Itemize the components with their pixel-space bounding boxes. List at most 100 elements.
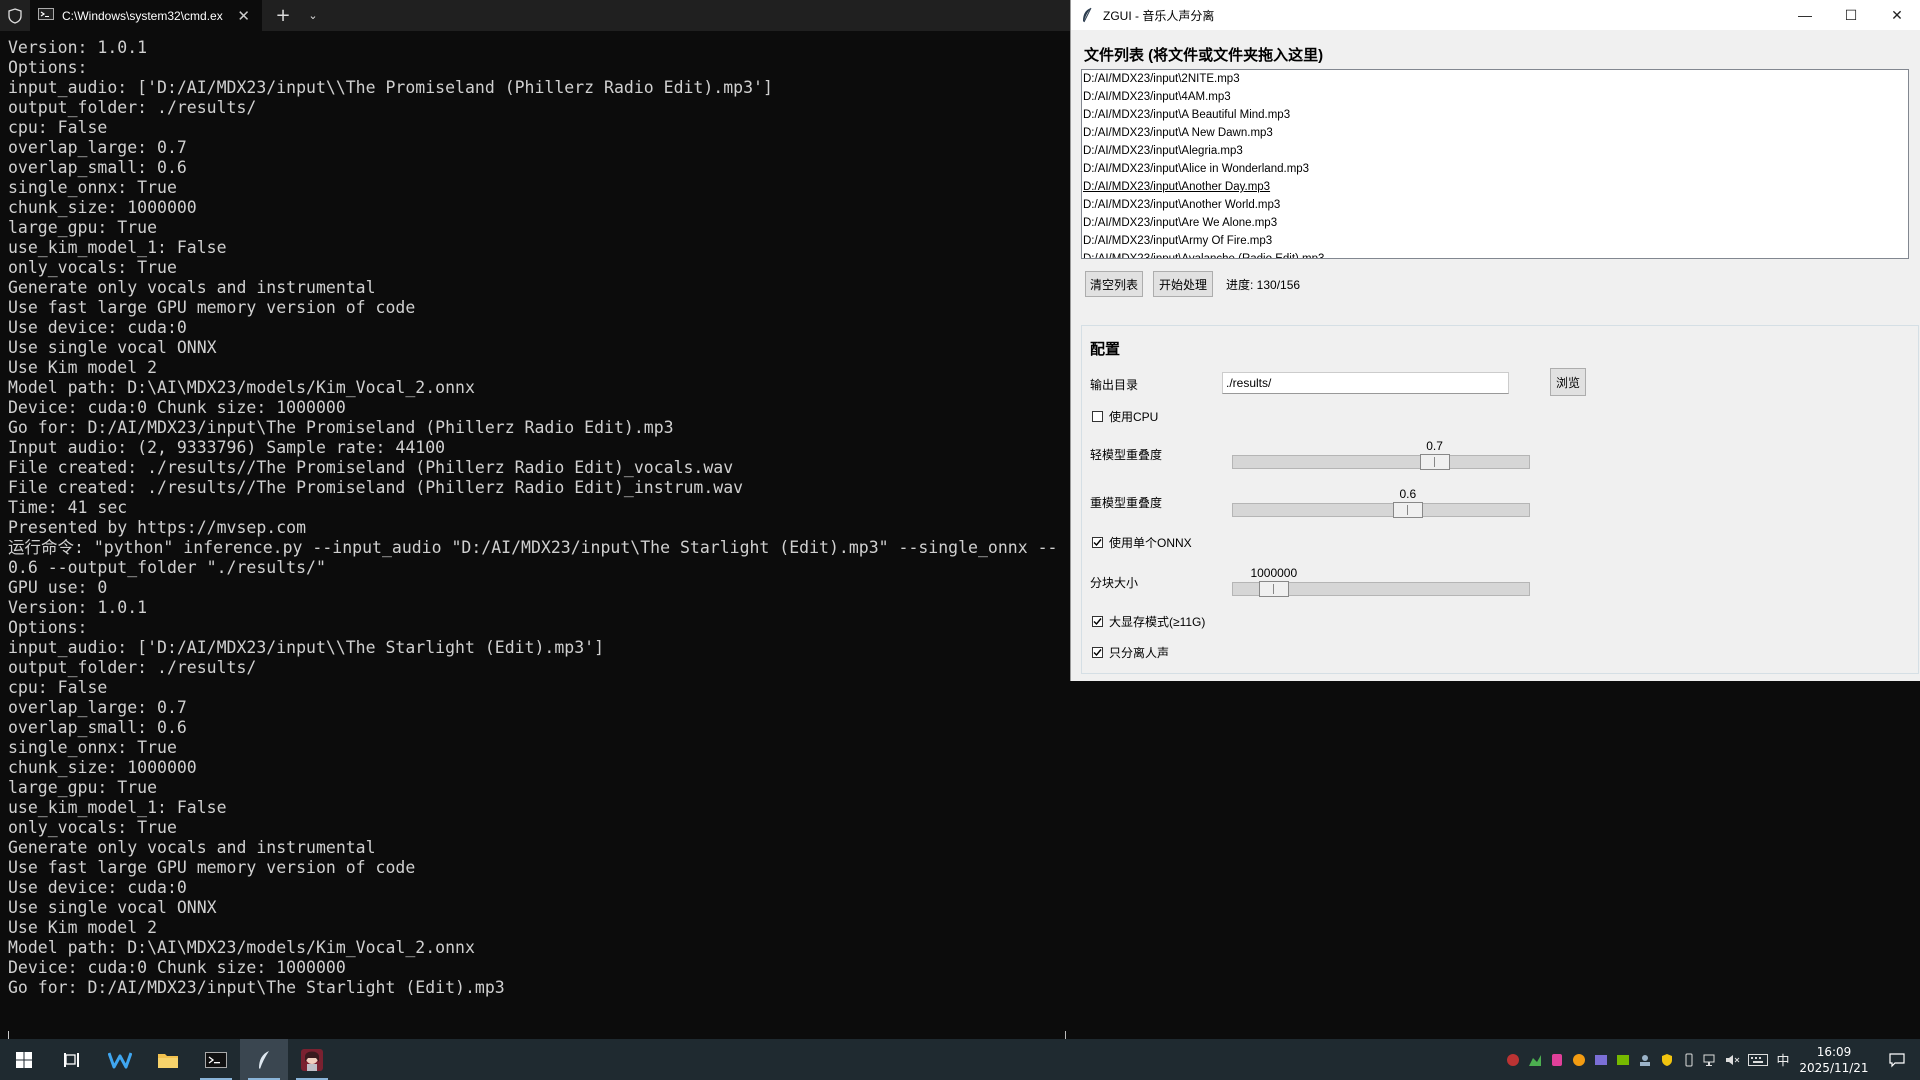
- checkbox-box[interactable]: [1092, 647, 1103, 658]
- terminal-line: overlap_small: 0.6: [8, 158, 187, 177]
- nvidia-icon[interactable]: [1612, 1039, 1634, 1080]
- start-button[interactable]: [0, 1039, 48, 1080]
- feather-icon: [1081, 7, 1103, 23]
- slider-thumb[interactable]: [1392, 502, 1423, 518]
- file-list-item[interactable]: D:/AI/MDX23/input\2NITE.mp3: [1082, 70, 1908, 88]
- terminal-tab-title: C:\Windows\system32\cmd.ex: [62, 8, 223, 23]
- maximize-button[interactable]: ☐: [1828, 0, 1874, 30]
- file-explorer-icon[interactable]: [144, 1039, 192, 1080]
- file-list-label: 文件列表 (将文件或文件夹拖入这里): [1084, 47, 1324, 64]
- ime-indicator[interactable]: 中: [1772, 1039, 1794, 1080]
- volume-muted-icon[interactable]: [1722, 1039, 1744, 1080]
- tray-orange-icon[interactable]: [1568, 1039, 1590, 1080]
- overlap-small-value: 0.6: [1399, 487, 1417, 501]
- output-dir-input[interactable]: [1222, 372, 1509, 394]
- terminal-scrollbar[interactable]: [1065, 1031, 1066, 1039]
- terminal-line: Use fast large GPU memory version of cod…: [8, 298, 416, 317]
- terminal-line: Use fast large GPU memory version of cod…: [8, 858, 416, 877]
- file-list-item[interactable]: D:/AI/MDX23/input\A New Dawn.mp3: [1082, 124, 1908, 142]
- file-list-item[interactable]: D:/AI/MDX23/input\Alegria.mp3: [1082, 142, 1908, 160]
- zgui-window: ZGUI - 音乐人声分离 — ☐ ✕ 文件列表 (将文件或文件夹拖入这里) D…: [1070, 0, 1920, 681]
- file-list-item[interactable]: D:/AI/MDX23/input\Another World.mp3: [1082, 196, 1908, 214]
- only-vocals-checkbox[interactable]: 只分离人声: [1092, 644, 1169, 661]
- clear-list-button[interactable]: 清空列表: [1085, 271, 1143, 297]
- clock[interactable]: 16:09 2025/11/21: [1794, 1044, 1874, 1076]
- keyboard-icon[interactable]: [1744, 1039, 1772, 1080]
- file-list-item[interactable]: D:/AI/MDX23/input\Avalanche (Radio Edit)…: [1082, 250, 1908, 258]
- file-list-item[interactable]: D:/AI/MDX23/input\Army Of Fire.mp3: [1082, 232, 1908, 250]
- use-cpu-label: 使用CPU: [1109, 410, 1159, 424]
- checkmark-icon: [1093, 649, 1102, 657]
- terminal-line: Device: cuda:0 Chunk size: 1000000: [8, 958, 346, 977]
- single-onnx-label: 使用单个ONNX: [1109, 536, 1192, 550]
- close-button[interactable]: ✕: [1874, 0, 1920, 30]
- terminal-line: large_gpu: True: [8, 218, 158, 237]
- overlap-large-slider[interactable]: [1232, 454, 1530, 470]
- large-gpu-checkbox[interactable]: 大显存模式(≥11G): [1092, 613, 1205, 630]
- network-icon[interactable]: [1700, 1039, 1722, 1080]
- checkbox-box[interactable]: [1092, 616, 1103, 627]
- terminal-line: cpu: False: [8, 118, 108, 137]
- terminal-line: Options:: [8, 58, 88, 77]
- terminal-line: Version: 1.0.1: [8, 38, 148, 57]
- terminal-line: only_vocals: True: [8, 818, 177, 837]
- slider-thumb[interactable]: [1258, 581, 1289, 597]
- browse-button[interactable]: 浏览: [1550, 368, 1586, 396]
- use-cpu-checkbox[interactable]: 使用CPU: [1092, 408, 1158, 425]
- terminal-line: overlap_small: 0.6: [8, 718, 187, 737]
- terminal-line: use_kim_model_1: False: [8, 238, 227, 257]
- file-list[interactable]: D:/AI/MDX23/input\2NITE.mp3 D:/AI/MDX23/i…: [1081, 69, 1909, 259]
- terminal-output[interactable]: Version: 1.0.1 Options: input_audio: ['D:/…: [0, 31, 1070, 1039]
- terminal-line: single_onnx: True: [8, 738, 177, 757]
- checkmark-icon: [1093, 539, 1102, 547]
- terminal-line: Use Kim model 2: [8, 918, 158, 937]
- config-title: 配置: [1090, 341, 1121, 358]
- start-processing-button[interactable]: 开始处理: [1153, 271, 1213, 297]
- terminal-tab[interactable]: C:\Windows\system32\cmd.ex ✕: [30, 0, 262, 31]
- terminal-lines: Version: 1.0.1 Options: input_audio: ['D:/…: [8, 38, 1057, 998]
- terminal-taskbar-icon[interactable]: [192, 1039, 240, 1080]
- slider-thumb[interactable]: [1419, 454, 1450, 470]
- terminal-line: Use device: cuda:0: [8, 878, 187, 897]
- chunk-size-slider[interactable]: [1232, 581, 1530, 597]
- usb-icon[interactable]: [1678, 1039, 1700, 1080]
- chunk-size-label: 分块大小: [1090, 576, 1139, 590]
- file-list-item[interactable]: D:/AI/MDX23/input\A Beautiful Mind.mp3: [1082, 106, 1908, 124]
- task-view-icon[interactable]: [48, 1039, 96, 1080]
- tray-chart-icon[interactable]: [1524, 1039, 1546, 1080]
- overlap-large-value: 0.7: [1426, 439, 1443, 453]
- terminal-line: Generate only vocals and instrumental: [8, 278, 376, 297]
- anime-app-icon[interactable]: [288, 1039, 336, 1080]
- zgui-taskbar-icon[interactable]: [240, 1039, 288, 1080]
- new-tab-icon[interactable]: +: [268, 0, 298, 31]
- tray-app-icon[interactable]: [1502, 1039, 1524, 1080]
- terminal-line: output_folder: ./results/: [8, 658, 257, 677]
- slider-track[interactable]: [1232, 503, 1530, 517]
- security-shield-icon[interactable]: [1656, 1039, 1678, 1080]
- file-list-item[interactable]: D:/AI/MDX23/input\Are We Alone.mp3: [1082, 214, 1908, 232]
- overlap-small-slider[interactable]: [1232, 502, 1530, 518]
- tray-network-share-icon[interactable]: [1634, 1039, 1656, 1080]
- shield-icon[interactable]: [0, 0, 30, 31]
- minimize-button[interactable]: —: [1782, 0, 1828, 30]
- file-list-item[interactable]: D:/AI/MDX23/input\4AM.mp3: [1082, 88, 1908, 106]
- browser-w-icon[interactable]: [96, 1039, 144, 1080]
- terminal-line: File created: ./results//The Promiseland…: [8, 478, 744, 497]
- single-onnx-checkbox[interactable]: 使用单个ONNX: [1092, 534, 1192, 551]
- terminal-line: use_kim_model_1: False: [8, 798, 227, 817]
- notification-icon[interactable]: [1874, 1052, 1920, 1068]
- checkbox-box[interactable]: [1092, 411, 1103, 422]
- overlap-small-label: 重模型重叠度: [1090, 496, 1163, 510]
- tray-box-icon[interactable]: [1590, 1039, 1612, 1080]
- close-tab-icon[interactable]: ✕: [233, 7, 254, 25]
- terminal-line: cpu: False: [8, 678, 108, 697]
- file-list-item[interactable]: D:/AI/MDX23/input\Another Day.mp3: [1082, 178, 1908, 196]
- file-list-item[interactable]: D:/AI/MDX23/input\Alice in Wonderland.mp…: [1082, 160, 1908, 178]
- tray-pink-icon[interactable]: [1546, 1039, 1568, 1080]
- clock-date: 2025/11/21: [1799, 1060, 1869, 1075]
- terminal-line: 运行命令: "python" inference.py --input_audi…: [8, 538, 1058, 557]
- chevron-down-icon[interactable]: ⌄: [298, 0, 328, 31]
- checkbox-box[interactable]: [1092, 537, 1103, 548]
- slider-track[interactable]: [1232, 455, 1530, 469]
- output-dir-label: 输出目录: [1090, 378, 1139, 392]
